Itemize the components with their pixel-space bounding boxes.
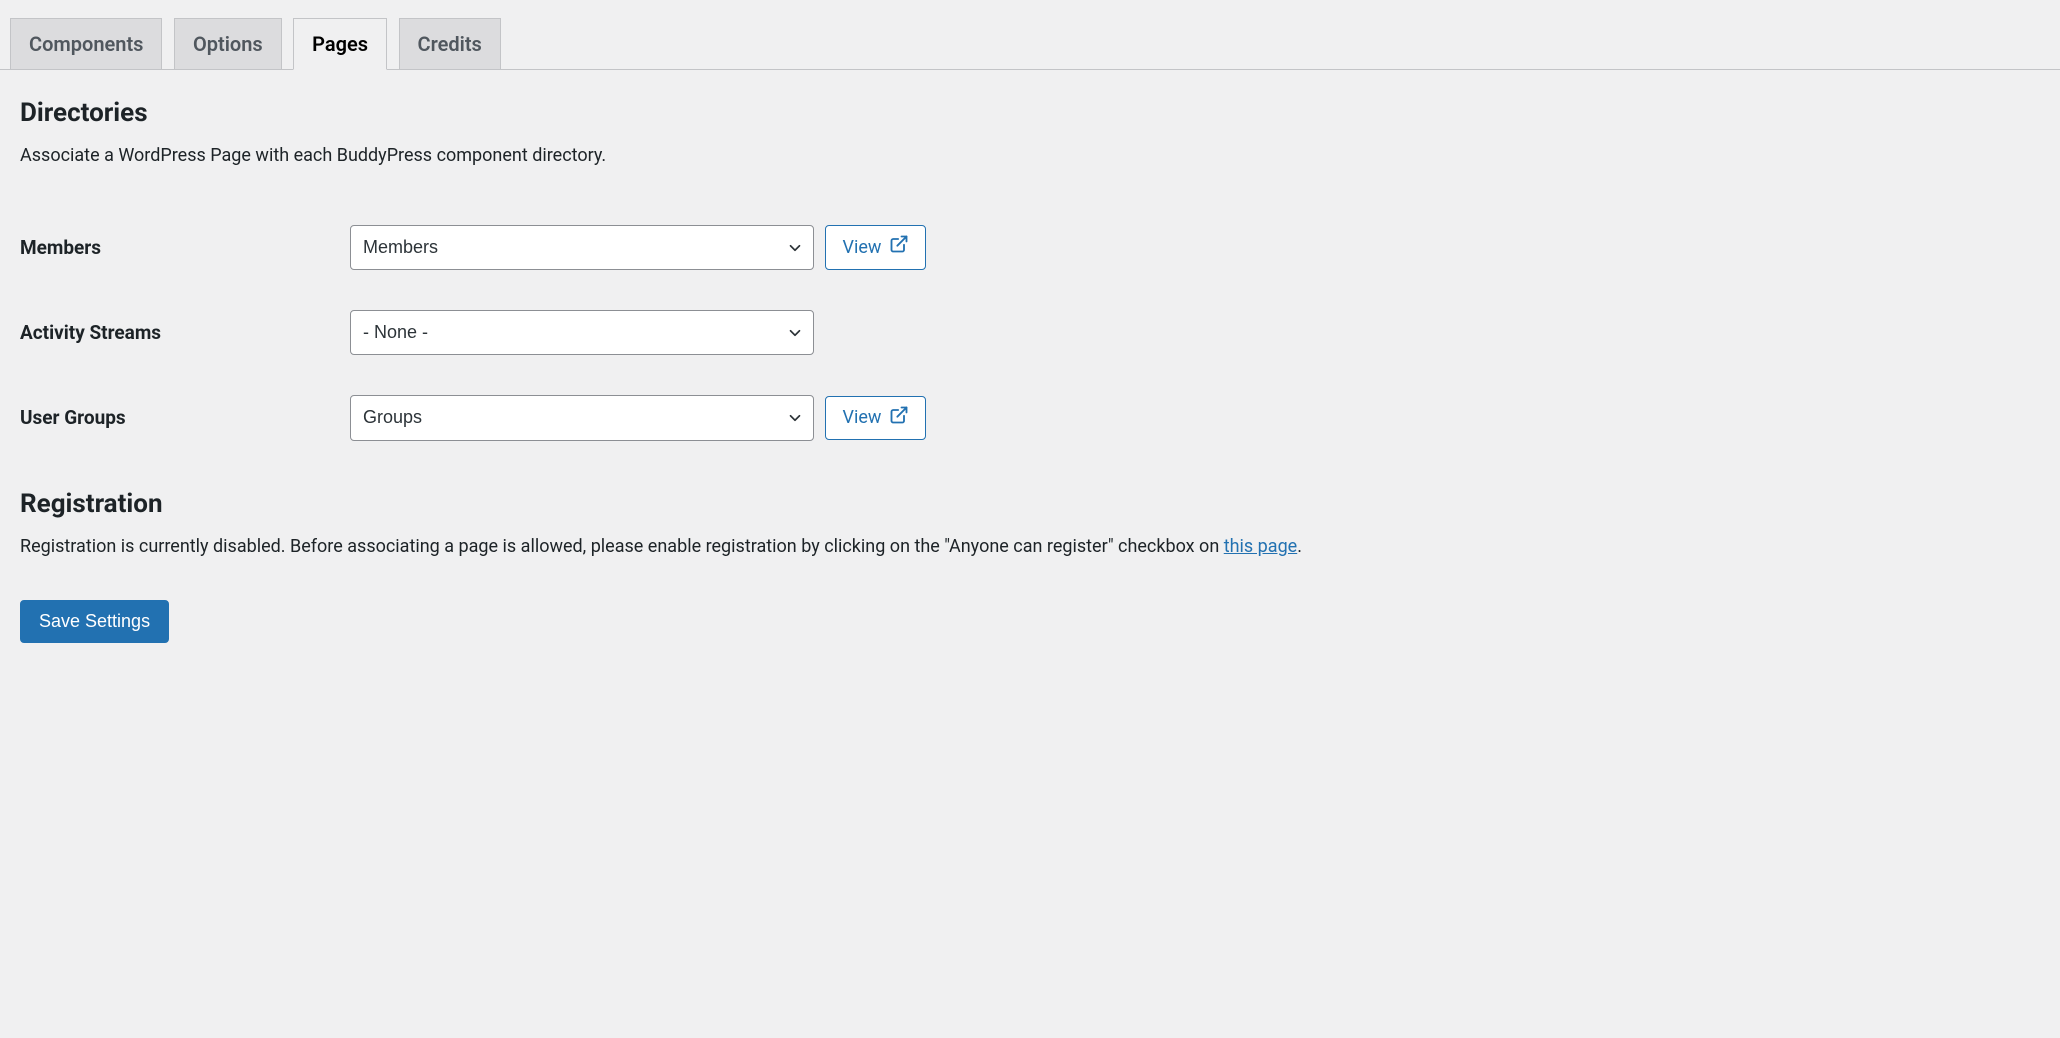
tab-pages[interactable]: Pages [293,18,387,70]
save-settings-button[interactable]: Save Settings [20,600,169,644]
select-wrap-activity: - None - [350,310,814,355]
registration-heading: Registration [20,489,2040,519]
select-members[interactable]: Members [350,225,814,270]
tab-options[interactable]: Options [174,18,282,69]
select-wrap-groups: Groups [350,395,814,440]
label-members: Members [20,205,350,290]
registration-disabled-text: Registration is currently disabled. Befo… [20,533,2040,560]
tab-bar: Components Options Pages Credits [0,0,2060,70]
select-wrap-members: Members [350,225,814,270]
view-members-label: View [842,236,881,259]
tab-credits[interactable]: Credits [399,18,501,69]
view-groups-button[interactable]: View [825,396,926,440]
label-groups: User Groups [20,375,350,460]
select-activity[interactable]: - None - [350,310,814,355]
external-link-icon [889,234,909,260]
view-members-button[interactable]: View [825,225,926,269]
select-groups[interactable]: Groups [350,395,814,440]
view-groups-label: View [842,406,881,429]
registration-text-pre: Registration is currently disabled. Befo… [20,536,1224,557]
row-activity: Activity Streams - None - [20,290,2040,375]
directories-description: Associate a WordPress Page with each Bud… [20,142,2040,169]
registration-text-post: . [1297,536,1302,557]
directories-heading: Directories [20,98,2040,128]
row-members: Members Members View [20,205,2040,290]
row-groups: User Groups Groups View [20,375,2040,460]
directories-form: Members Members View [20,205,2040,461]
registration-settings-link[interactable]: this page [1224,536,1298,557]
label-activity: Activity Streams [20,290,350,375]
tab-components[interactable]: Components [10,18,162,69]
external-link-icon [889,405,909,431]
